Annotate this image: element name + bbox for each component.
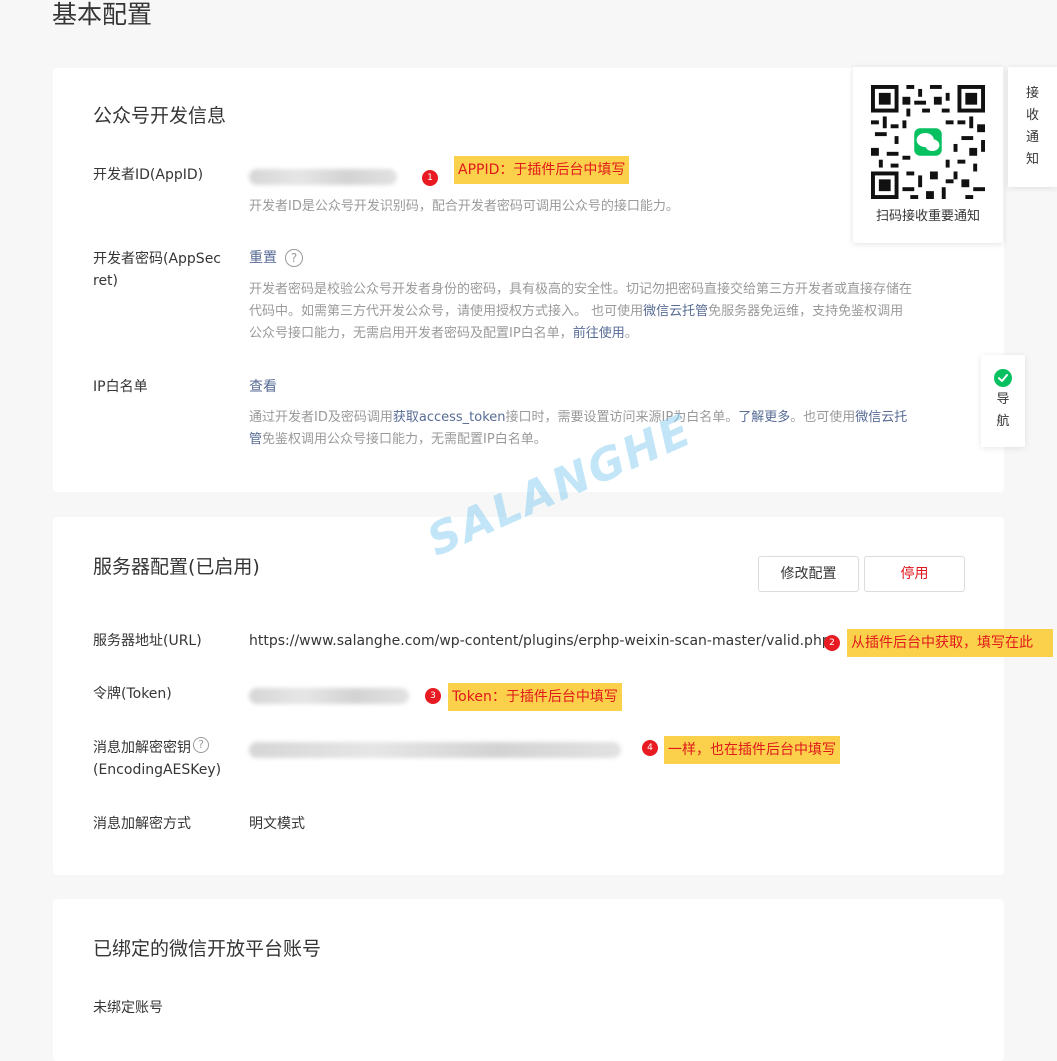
secret-label: 开发者密码(AppSec ret) — [93, 251, 222, 289]
annotation-3: Token：于插件后台中填写 — [448, 683, 622, 711]
qr-notify-panel: 扫码接收重要通知 — [853, 67, 1003, 243]
bound-account-none: 未绑定账号 — [93, 1000, 163, 1016]
go-use-link[interactable]: 前往使用 — [573, 326, 625, 341]
bound-account-title: 已绑定的微信开放平台账号 — [93, 938, 322, 960]
server-url-label: 服务器地址(URL) — [93, 633, 202, 649]
wechat-cloud-link-2[interactable]: 微信云托 — [855, 410, 907, 425]
side-tab-nav[interactable]: 导 航 — [981, 355, 1025, 447]
secret-reset-row: 重置? — [249, 247, 303, 269]
appid-label: 开发者ID(AppID) — [93, 167, 204, 183]
annotation-badge-3: 3 — [425, 688, 441, 704]
appid-value-blurred — [249, 169, 397, 185]
page-title: 基本配置 — [52, 0, 153, 29]
server-url-value: https://www.salanghe.com/wp-content/plug… — [249, 633, 831, 649]
modify-config-button[interactable]: 修改配置 — [758, 556, 859, 592]
secret-desc: 开发者密码是校验公众号开发者身份的密码，具有极高的安全性。切记勿把密码直接交给第… — [249, 282, 913, 341]
bound-account-card: 已绑定的微信开放平台账号 未绑定账号 — [53, 899, 1004, 1061]
question-circle-icon[interactable]: ? — [285, 249, 303, 267]
annotation-4: 一样，也在插件后台中填写 — [664, 736, 840, 764]
wechat-cloud-link[interactable]: 微信云托管 — [643, 304, 708, 319]
annotation-badge-1: 1 — [422, 170, 438, 186]
secret-reset-link[interactable]: 重置 — [249, 250, 277, 266]
encrypt-mode-label: 消息加解密方式 — [93, 816, 191, 832]
qr-caption: 扫码接收重要通知 — [875, 209, 980, 224]
aes-key-label: 消息加解密密钥? (EncodingAESKey) — [93, 737, 222, 778]
access-token-link[interactable]: 获取access_token — [393, 410, 506, 425]
server-config-title: 服务器配置(已启用) — [93, 556, 260, 578]
learn-more-link[interactable]: 了解更多 — [738, 410, 790, 425]
ip-whitelist-view-link[interactable]: 查看 — [249, 376, 277, 398]
disable-button[interactable]: 停用 — [864, 556, 965, 592]
token-value-blurred — [249, 688, 409, 704]
wechat-check-icon — [994, 369, 1012, 387]
encrypt-mode-value: 明文模式 — [249, 816, 305, 832]
qr-code-icon — [871, 85, 985, 199]
annotation-badge-2: 2 — [824, 635, 840, 651]
side-tab-notify[interactable]: 接 收 通 知 — [1008, 67, 1057, 187]
annotation-2: 从插件后台中获取，填写在此 — [847, 629, 1053, 657]
token-label: 令牌(Token) — [93, 686, 172, 702]
annotation-1: APPID：于插件后台中填写 — [454, 156, 630, 184]
aes-key-value-blurred — [249, 742, 621, 758]
question-circle-icon[interactable]: ? — [193, 737, 209, 753]
dev-info-title: 公众号开发信息 — [93, 105, 227, 127]
annotation-badge-4: 4 — [642, 740, 658, 756]
ip-whitelist-label: IP白名单 — [93, 379, 148, 395]
